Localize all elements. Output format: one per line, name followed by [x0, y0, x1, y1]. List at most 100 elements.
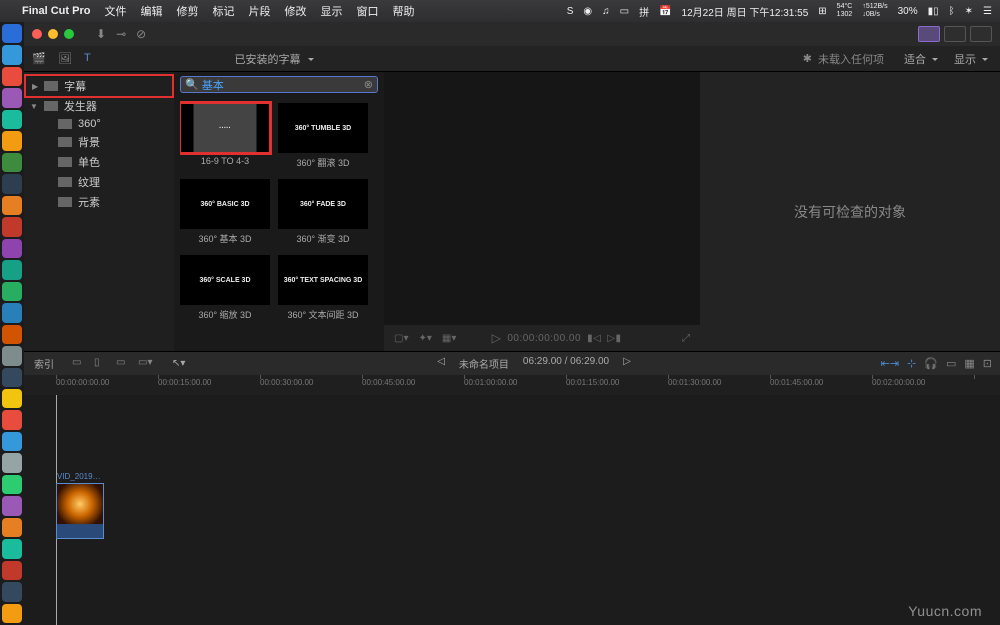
- menu-view[interactable]: 显示: [320, 3, 342, 19]
- status-battery[interactable]: 30%: [898, 6, 918, 17]
- menu-file[interactable]: 文件: [104, 3, 126, 19]
- timeline-options-icon[interactable]: ⊡: [983, 357, 992, 370]
- solo-icon[interactable]: ▭: [946, 357, 956, 370]
- status-icon-lang[interactable]: 拼: [639, 4, 649, 19]
- status-icon-wifi[interactable]: ⊞: [818, 6, 826, 17]
- sidebar-item-backgrounds[interactable]: 背景: [24, 132, 174, 152]
- titles-tab-icon[interactable]: T: [84, 52, 100, 66]
- viewer-tool-3[interactable]: ▦▾: [442, 333, 456, 344]
- key-icon[interactable]: ⊸: [116, 27, 126, 41]
- dock-app-26[interactable]: [2, 582, 22, 601]
- photos-tab-icon[interactable]: 🖼: [58, 52, 74, 66]
- disclosure-icon[interactable]: ▼: [30, 102, 38, 111]
- menu-help[interactable]: 帮助: [392, 3, 414, 19]
- app-name[interactable]: Final Cut Pro: [22, 5, 90, 17]
- dock-app-3[interactable]: [2, 88, 22, 107]
- close-button[interactable]: [32, 29, 42, 39]
- dock-app-27[interactable]: [2, 604, 22, 623]
- dock-app-17[interactable]: [2, 389, 22, 408]
- search-field[interactable]: 🔍 ⊗: [180, 76, 378, 93]
- step-back-icon[interactable]: ▮◁: [587, 333, 601, 344]
- dock-app-18[interactable]: [2, 410, 22, 429]
- view-dropdown[interactable]: 显示: [954, 51, 988, 67]
- layout-btn-1[interactable]: [918, 26, 940, 42]
- disclosure-icon[interactable]: ▶: [32, 82, 38, 91]
- title-thumb[interactable]: ·····16-9 TO 4-3: [180, 103, 270, 169]
- arrow-tool[interactable]: ↖▾: [162, 358, 195, 369]
- dock-app-24[interactable]: [2, 539, 22, 558]
- dock-app-19[interactable]: [2, 432, 22, 451]
- title-thumb[interactable]: 360° SCALE 3D360° 缩放 3D: [180, 255, 270, 321]
- dock-app-2[interactable]: [2, 67, 22, 86]
- dock-app-16[interactable]: [2, 368, 22, 387]
- dock-app-20[interactable]: [2, 453, 22, 472]
- fit-dropdown[interactable]: 适合: [904, 51, 938, 67]
- dock-app-23[interactable]: [2, 518, 22, 537]
- dock-app-7[interactable]: [2, 174, 22, 193]
- skim-icon[interactable]: ⊹: [907, 357, 916, 370]
- dock-app-22[interactable]: [2, 496, 22, 515]
- index-button[interactable]: 索引: [24, 356, 64, 371]
- dock-app-9[interactable]: [2, 217, 22, 236]
- title-thumb[interactable]: 360° BASIC 3D360° 基本 3D: [180, 179, 270, 245]
- status-menu-icon[interactable]: ☰: [983, 6, 992, 17]
- append-clip-icon[interactable]: ▭: [116, 357, 132, 371]
- dock-app-1[interactable]: [2, 45, 22, 64]
- history-back-icon[interactable]: ◁: [437, 356, 445, 371]
- timeline-ruler[interactable]: 00:00:00:00.0000:00:15:00.0000:00:30:00.…: [24, 375, 1000, 395]
- check-icon[interactable]: ⊘: [136, 27, 146, 41]
- sidebar-item-titles[interactable]: ▶ 字幕: [24, 74, 174, 98]
- dock-app-6[interactable]: [2, 153, 22, 172]
- title-thumb[interactable]: 360° TEXT SPACING 3D360° 文本间距 3D: [278, 255, 368, 321]
- timeline-tracks[interactable]: VID_2019…: [24, 395, 1000, 625]
- status-bluetooth-icon[interactable]: ᛒ: [949, 6, 955, 17]
- menu-window[interactable]: 窗口: [356, 3, 378, 19]
- dock-app-15[interactable]: [2, 346, 22, 365]
- status-datetime[interactable]: 12月22日 周日 下午12:31:55: [682, 4, 809, 19]
- step-fwd-icon[interactable]: ▷▮: [607, 333, 621, 344]
- sidebar-item-generators[interactable]: ▼ 发生器: [24, 96, 174, 116]
- library-tab-icon[interactable]: 🎬: [32, 52, 48, 66]
- sidebar-item-360[interactable]: 360°: [24, 116, 174, 132]
- sidebar-item-elements[interactable]: 元素: [24, 192, 174, 212]
- layout-btn-3[interactable]: [970, 26, 992, 42]
- dock-app-12[interactable]: [2, 282, 22, 301]
- titles-dropdown[interactable]: 已安装的字幕: [174, 51, 374, 67]
- dock-app-4[interactable]: [2, 110, 22, 129]
- timeline[interactable]: 00:00:00:00.0000:00:15:00.0000:00:30:00.…: [24, 375, 1000, 625]
- search-input[interactable]: [202, 79, 282, 91]
- overwrite-clip-icon[interactable]: ▭▾: [138, 357, 154, 371]
- status-icon-music[interactable]: ♫: [602, 6, 610, 17]
- viewer-tool-2[interactable]: ✦▾: [418, 333, 431, 344]
- dock-app-21[interactable]: [2, 475, 22, 494]
- clear-search-icon[interactable]: ⊗: [364, 78, 373, 91]
- zoom-button[interactable]: [64, 29, 74, 39]
- menu-mark[interactable]: 标记: [212, 3, 234, 19]
- clip-appearance-icon[interactable]: ▦: [964, 357, 974, 370]
- history-fwd-icon[interactable]: ▷: [623, 356, 631, 371]
- dock-app-0[interactable]: [2, 24, 22, 43]
- menu-edit[interactable]: 编辑: [140, 3, 162, 19]
- dock-app-11[interactable]: [2, 260, 22, 279]
- insert-clip-icon[interactable]: ▯: [94, 357, 110, 371]
- snap-icon[interactable]: ⇤⇥: [881, 357, 899, 370]
- import-icon[interactable]: ⬇: [96, 27, 106, 41]
- dock-app-5[interactable]: [2, 131, 22, 150]
- fullscreen-icon[interactable]: ⤢: [682, 333, 690, 344]
- status-icon-s[interactable]: S: [567, 6, 574, 17]
- status-icon-cal[interactable]: 📅: [659, 6, 671, 17]
- menu-clip[interactable]: 片段: [248, 3, 270, 19]
- dock-app-14[interactable]: [2, 325, 22, 344]
- viewer-canvas[interactable]: [384, 72, 700, 325]
- layout-btn-2[interactable]: [944, 26, 966, 42]
- audio-skim-icon[interactable]: 🎧: [924, 357, 938, 370]
- status-icon-display[interactable]: ▭: [620, 6, 629, 17]
- title-thumb[interactable]: 360° FADE 3D360° 渐变 3D: [278, 179, 368, 245]
- menu-modify[interactable]: 修改: [284, 3, 306, 19]
- minimize-button[interactable]: [48, 29, 58, 39]
- status-wifi-icon[interactable]: ✶: [965, 6, 973, 17]
- dock-app-10[interactable]: [2, 239, 22, 258]
- sidebar-item-solids[interactable]: 单色: [24, 152, 174, 172]
- sidebar-item-textures[interactable]: 纹理: [24, 172, 174, 192]
- menu-trim[interactable]: 修剪: [176, 3, 198, 19]
